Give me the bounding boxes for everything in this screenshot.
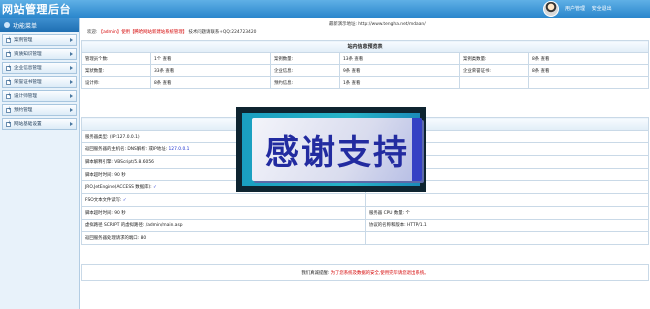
sidebar-header: 功能菜单 (0, 18, 79, 32)
server-cell-label: FSO文本文件读写: (85, 197, 123, 203)
sidebar-item-label: 案例管理 (14, 38, 33, 43)
server-cell (365, 231, 649, 245)
table-row: 设计师: 8条 查看 预约信息: 1条 查看 (81, 76, 649, 89)
thanks-overlay-image: 感谢支持 (236, 107, 426, 192)
expand-plus-icon (6, 36, 11, 43)
stat-value[interactable]: 33条 查看 (150, 64, 271, 77)
demo-url[interactable]: 最新演示地址: http://www.tengha.net/mdaan/ (329, 21, 426, 27)
server-cell: 返回服务器处理请求的端口: 80 (81, 231, 366, 245)
info-bar: 最新演示地址: http://www.tengha.net/mdaan/ 欢迎:… (81, 18, 650, 38)
sidebar-item-designers[interactable]: 设计师管理 (2, 90, 77, 102)
security-notice: 我们真诚提醒: 为了您系统及数据的安全,使用完毕请您退出系统。 (81, 264, 649, 281)
user-management-link[interactable]: 用户管理 (565, 6, 585, 12)
menu-icon (4, 22, 10, 28)
arrow-right-icon (70, 94, 73, 98)
sidebar-item-label: 资质知识管理 (14, 52, 42, 57)
server-cell-label: 返回服务器的主机名: DNS解析: 或IP地址: (85, 147, 169, 153)
notice-label: 我们真诚提醒: (301, 271, 330, 276)
sidebar-item-label: 预约管理 (14, 108, 33, 113)
logout-link[interactable]: 安全退出 (592, 6, 612, 12)
stats-table-title: 站内信息预览表 (81, 40, 649, 53)
expand-plus-icon (6, 50, 11, 57)
stat-value[interactable]: 8条 查看 (150, 76, 271, 89)
server-cell-label: JRO.JetEngine(ACCESS 数据库): (85, 185, 154, 191)
announce-contact: 技术问题请联系+QQ:224723420 (188, 30, 257, 35)
stat-label: 案例类数量: (459, 52, 529, 65)
notice-text: 为了您系统及数据的安全,使用完毕请您退出系统。 (330, 271, 429, 276)
overlay-card: 感谢支持 (252, 118, 422, 181)
sidebar-item-label: 网站基础设置 (14, 122, 42, 127)
stat-label: 案例数量: (270, 52, 340, 65)
stat-label: 预约信息: (270, 76, 340, 89)
expand-plus-icon (6, 64, 11, 71)
check-icon: ✓ (122, 197, 127, 203)
sidebar-item-label: 荣誉证书管理 (14, 80, 42, 85)
table-row: FSO文本文件读写: ✓ (81, 193, 649, 207)
expand-plus-icon (6, 78, 11, 85)
server-cell: 虚拟路径 SCRIPT 的虚拟路径: /admin/main.asp (81, 218, 366, 233)
server-cell: FSO文本文件读写: ✓ (81, 193, 366, 207)
sidebar-item-label: 设计师管理 (14, 94, 37, 99)
stat-label: 管理员个数: (81, 52, 151, 65)
server-cell: 协议的名称和版本: HTTP/1.1 (365, 218, 649, 233)
arrow-right-icon (70, 66, 73, 70)
sidebar-item-appointments[interactable]: 预约管理 (2, 104, 77, 116)
overlay-frame: 感谢支持 (242, 113, 422, 186)
announce-highlight: 【admin】使用【腾哈网站新建站系统管理】 (98, 30, 188, 35)
sidebar-title: 功能菜单 (13, 22, 38, 30)
stat-value[interactable]: 1条 查看 (339, 76, 460, 89)
announce-prefix: 欢迎: (87, 30, 98, 35)
table-row: 脚本超时时间: 90 秒 服务器 CPU 数量: 个 (81, 205, 649, 220)
stat-value[interactable]: 9条 查看 (339, 64, 460, 77)
stat-label: 企业荣誉证书: (459, 64, 529, 77)
arrow-right-icon (70, 38, 73, 42)
table-row: 返回服务器处理请求的端口: 80 (81, 231, 649, 245)
arrow-right-icon (70, 80, 73, 84)
arrow-right-icon (70, 52, 73, 56)
server-ip: 127.0.0.1 (168, 147, 190, 153)
sidebar-item-cases[interactable]: 案例管理 (2, 34, 77, 46)
overlay-stripe (412, 118, 422, 181)
sidebar-item-knowledge[interactable]: 资质知识管理 (2, 48, 77, 60)
arrow-right-icon (70, 108, 73, 112)
expand-plus-icon (6, 106, 11, 113)
table-row: 案状数量: 33条 查看 企业信息: 9条 查看 企业荣誉证书: 8条 查看 (81, 64, 649, 77)
top-header: 网站管理后台 用户管理 安全退出 (0, 0, 650, 18)
stat-label: 企业信息: (270, 64, 340, 77)
stat-label (459, 76, 529, 89)
sidebar-item-settings[interactable]: 网站基础设置 (2, 118, 77, 130)
app-title: 网站管理后台 (2, 3, 71, 16)
overlay-text: 感谢支持 (265, 133, 409, 173)
sidebar: 功能菜单 案例管理 资质知识管理 企业信息管理 荣誉证书管理 设计师管理 预约管… (0, 18, 80, 309)
user-avatar-icon[interactable] (543, 1, 559, 17)
sidebar-item-company[interactable]: 企业信息管理 (2, 62, 77, 74)
stat-value[interactable]: 13条 查看 (339, 52, 460, 65)
arrow-right-icon (70, 122, 73, 126)
stat-value[interactable]: 8条 查看 (528, 52, 649, 65)
expand-plus-icon (6, 120, 11, 127)
stat-label: 设计师: (81, 76, 151, 89)
stat-value (528, 76, 649, 89)
stat-label: 案状数量: (81, 64, 151, 77)
table-row: 虚拟路径 SCRIPT 的虚拟路径: /admin/main.asp 协议的名称… (81, 218, 649, 233)
stat-value[interactable]: 1个 查看 (150, 52, 271, 65)
expand-plus-icon (6, 92, 11, 99)
check-icon: ✓ (153, 185, 157, 191)
server-cell (365, 193, 649, 207)
server-cell: 脚本超时时间: 90 秒 (81, 205, 366, 220)
stat-value[interactable]: 8条 查看 (528, 64, 649, 77)
sidebar-item-label: 企业信息管理 (14, 66, 42, 71)
table-row: 管理员个数: 1个 查看 案例数量: 13条 查看 案例类数量: 8条 查看 (81, 52, 649, 65)
sidebar-item-certificates[interactable]: 荣誉证书管理 (2, 76, 77, 88)
announcement: 欢迎: 【admin】使用【腾哈网站新建站系统管理】 技术问题请联系+QQ:22… (87, 29, 256, 35)
site-stats-table: 站内信息预览表 管理员个数: 1个 查看 案例数量: 13条 查看 案例类数量:… (81, 40, 649, 89)
user-links: 用户管理 安全退出 (565, 5, 617, 12)
server-cell: 服务器 CPU 数量: 个 (365, 205, 649, 220)
